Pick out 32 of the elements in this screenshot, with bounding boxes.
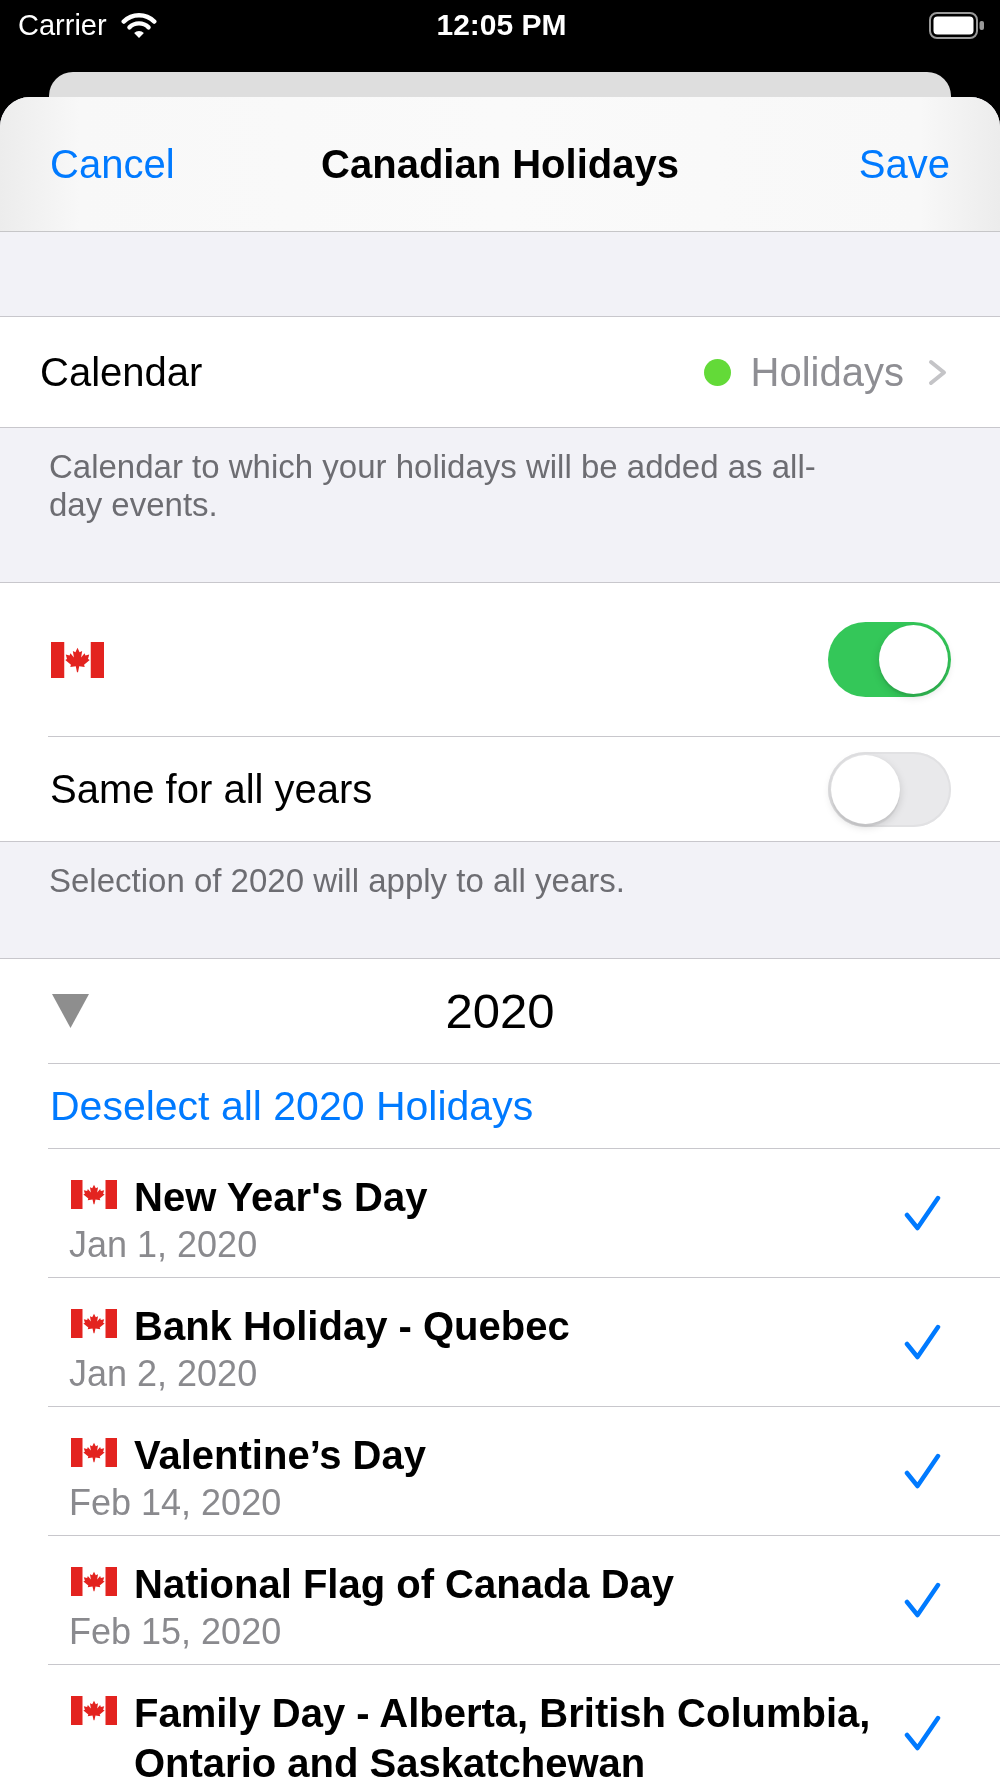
chevron-icon bbox=[928, 358, 948, 386]
toggle-switch[interactable] bbox=[828, 751, 951, 827]
wifi-icon bbox=[120, 12, 157, 38]
sheet-title: Canadian Holidays bbox=[321, 141, 679, 187]
year-title: 2020 bbox=[445, 983, 555, 1039]
holiday-title[interactable]: New Year's Day bbox=[134, 1172, 428, 1222]
flag-icon bbox=[51, 641, 104, 678]
toggle-switch[interactable] bbox=[828, 622, 951, 697]
flag-icon bbox=[71, 1567, 117, 1596]
holiday-title[interactable]: Bank Holiday - Quebec bbox=[134, 1301, 570, 1351]
holiday-title[interactable]: Family Day - Alberta, British Columbia, Ontario and Saskatchewan bbox=[134, 1688, 890, 1778]
flag-icon bbox=[71, 1438, 117, 1467]
battery-icon bbox=[929, 11, 985, 39]
footer-note: Selection of 2020 will apply to all years. bbox=[49, 862, 625, 900]
carrier-name: Carrier bbox=[18, 8, 107, 42]
holiday-title[interactable]: National Flag of Canada Day bbox=[134, 1559, 675, 1609]
calendar-label: Calendar bbox=[40, 349, 203, 395]
save-button[interactable]: Save bbox=[858, 141, 950, 187]
status-time: 12:05 PM bbox=[436, 8, 567, 42]
holiday-date: Feb 14, 2020 bbox=[69, 1483, 282, 1523]
holiday-date: Feb 15, 2020 bbox=[69, 1612, 282, 1652]
flag-icon bbox=[71, 1696, 117, 1725]
disclosure-triangle-icon[interactable] bbox=[52, 994, 89, 1028]
flag-icon bbox=[71, 1180, 117, 1209]
deselect-link[interactable]: Deselect all 2020 Holidays bbox=[50, 1082, 534, 1130]
footer-note: Calendar to which your holidays will be added as all-day events. bbox=[49, 448, 817, 524]
holiday-title[interactable]: Valentine’s Day bbox=[134, 1430, 426, 1480]
cancel-button[interactable]: Cancel bbox=[50, 141, 175, 187]
flag-icon bbox=[71, 1309, 117, 1338]
holiday-date: Jan 1, 2020 bbox=[69, 1225, 258, 1265]
toggle-label: Same for all years bbox=[50, 766, 373, 812]
holiday-date: Jan 2, 2020 bbox=[69, 1354, 258, 1394]
